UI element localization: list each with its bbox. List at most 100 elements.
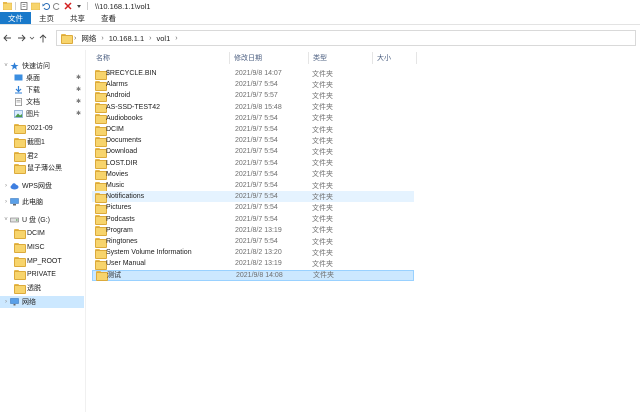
- folder-icon: [95, 136, 107, 147]
- chevron-right-icon[interactable]: ›: [2, 299, 10, 305]
- column-header-date[interactable]: 修改日期: [234, 50, 262, 66]
- star-icon: [10, 62, 19, 70]
- table-row[interactable]: Ringtones 2021/9/7 5:54 文件夹: [92, 236, 414, 248]
- chevron-right-icon[interactable]: ›: [2, 183, 10, 189]
- column-divider[interactable]: [372, 52, 373, 64]
- column-divider[interactable]: [416, 52, 417, 64]
- tab-file[interactable]: 文件: [0, 12, 31, 24]
- tab-view[interactable]: 查看: [93, 12, 124, 24]
- nav-drive-item-mp-root[interactable]: MP_ROOT: [14, 255, 62, 267]
- back-button[interactable]: [0, 30, 14, 46]
- column-header-type[interactable]: 类型: [313, 50, 327, 66]
- breadcrumb-network[interactable]: 网络: [81, 33, 96, 44]
- table-row[interactable]: 测试 2021/9/8 14:08 文件夹: [92, 269, 414, 282]
- nav-drive-item-5[interactable]: 透脱: [14, 282, 41, 294]
- chevron-right-icon[interactable]: ›: [147, 35, 153, 42]
- column-header-name[interactable]: 名称: [96, 50, 110, 66]
- tab-home[interactable]: 主页: [31, 12, 62, 24]
- drive-icon: [10, 216, 19, 224]
- document-icon: [14, 98, 23, 107]
- breadcrumb-vol1[interactable]: vol1: [156, 34, 170, 43]
- customize-toolbar-icon[interactable]: [75, 2, 83, 10]
- nav-item-jun2[interactable]: 君2: [14, 150, 38, 162]
- table-row[interactable]: Music 2021/9/7 5:54 文件夹: [92, 180, 414, 192]
- folder-icon: [95, 215, 107, 226]
- up-arrow-icon: [39, 33, 47, 42]
- chevron-right-icon[interactable]: ›: [2, 199, 10, 205]
- chevron-right-icon[interactable]: ›: [173, 35, 179, 42]
- file-date: 2021/8/2 13:19: [235, 260, 282, 268]
- nav-this-pc[interactable]: › 此电脑: [2, 196, 43, 208]
- window-folder-icon: [2, 2, 13, 11]
- file-date: 2021/9/7 5:54: [235, 170, 278, 178]
- table-row[interactable]: $RECYCLE.BIN 2021/9/8 14:07 文件夹: [92, 68, 414, 80]
- table-row[interactable]: AS-SSD-TEST42 2021/9/8 15:48 文件夹: [92, 102, 414, 114]
- nav-item-downloads[interactable]: 下载: [14, 84, 40, 96]
- table-row[interactable]: DCIM 2021/9/7 5:54 文件夹: [92, 124, 414, 136]
- address-bar[interactable]: › 网络 › 10.168.1.1 › vol1 ›: [56, 30, 636, 46]
- nav-drive-item-private[interactable]: PRIVATE: [14, 268, 56, 280]
- undo-icon[interactable]: [42, 2, 51, 10]
- column-divider[interactable]: [308, 52, 309, 64]
- chevron-down-icon[interactable]: ˅: [2, 63, 10, 69]
- nav-label: 图片: [26, 111, 40, 118]
- table-row[interactable]: System Volume Information 2021/8/2 13:20 文…: [92, 247, 414, 259]
- file-type: 文件夹: [312, 227, 333, 235]
- file-type: 文件夹: [313, 272, 334, 280]
- forward-button[interactable]: [14, 30, 28, 46]
- nav-drive-item-misc[interactable]: MISC: [14, 241, 45, 253]
- table-row[interactable]: Documents 2021/9/7 5:54 文件夹: [92, 135, 414, 147]
- table-row[interactable]: Pictures 2021/9/7 5:54 文件夹: [92, 202, 414, 214]
- tab-share[interactable]: 共享: [62, 12, 93, 24]
- nav-network[interactable]: › 网络: [0, 296, 84, 308]
- nav-drive-item-dcim[interactable]: DCIM: [14, 227, 45, 239]
- nav-item-screenshot1[interactable]: 截图1: [14, 136, 45, 148]
- nav-item-2021-09[interactable]: 2021-09: [14, 122, 53, 134]
- title-bar: \\10.168.1.1\vol1: [0, 0, 640, 12]
- file-name: LOST.DIR: [106, 159, 138, 167]
- redo-icon[interactable]: [52, 2, 61, 10]
- file-type: 文件夹: [312, 238, 333, 246]
- folder-icon: [14, 152, 26, 162]
- folder-icon: [14, 229, 26, 239]
- table-row[interactable]: Podcasts 2021/9/7 5:54 文件夹: [92, 214, 414, 226]
- nav-item-pictures[interactable]: 图片: [14, 108, 40, 120]
- table-row[interactable]: Notifications 2021/9/7 5:54 文件夹: [92, 191, 414, 203]
- breadcrumb-host[interactable]: 10.168.1.1: [109, 34, 144, 43]
- delete-icon[interactable]: [64, 2, 72, 10]
- nav-item-documents[interactable]: 文档: [14, 96, 40, 108]
- table-row[interactable]: Program 2021/8/2 13:19 文件夹: [92, 225, 414, 237]
- nav-label: PRIVATE: [27, 270, 56, 278]
- file-name: User Manual: [106, 260, 146, 268]
- table-row[interactable]: LOST.DIR 2021/9/7 5:54 文件夹: [92, 158, 414, 170]
- file-name: $RECYCLE.BIN: [106, 70, 157, 77]
- nav-item-desktop[interactable]: 桌面: [14, 72, 40, 84]
- ribbon-tabs: 文件 主页 共享 查看: [0, 12, 640, 25]
- file-name: 测试: [107, 272, 121, 280]
- column-divider[interactable]: [229, 52, 230, 64]
- file-name: System Volume Information: [106, 249, 192, 257]
- cloud-icon: [10, 182, 19, 190]
- new-folder-icon[interactable]: [30, 2, 41, 11]
- file-name: Notifications: [106, 193, 145, 201]
- recent-locations-button[interactable]: [28, 30, 36, 46]
- nav-quick-access[interactable]: ˅ 快速访问: [2, 60, 50, 72]
- nav-wps-drive[interactable]: › WPS网盘: [2, 180, 52, 192]
- up-button[interactable]: [36, 30, 50, 46]
- table-row[interactable]: Alarms 2021/9/7 5:54 文件夹: [92, 79, 414, 91]
- nav-usb-drive[interactable]: ˅ U 盘 (G:): [2, 214, 50, 226]
- file-type: 文件夹: [312, 216, 333, 224]
- table-row[interactable]: Download 2021/9/7 5:54 文件夹: [92, 146, 414, 158]
- table-row[interactable]: Movies 2021/9/7 5:54 文件夹: [92, 169, 414, 181]
- properties-icon[interactable]: [20, 2, 28, 10]
- table-row[interactable]: Audiobooks 2021/9/7 5:54 文件夹: [92, 113, 414, 125]
- chevron-down-icon[interactable]: ˅: [2, 217, 10, 223]
- folder-icon: [14, 257, 26, 267]
- folder-icon: [14, 243, 26, 253]
- table-row[interactable]: User Manual 2021/8/2 13:19 文件夹: [92, 258, 414, 270]
- table-row[interactable]: Android 2021/9/7 5:57 文件夹: [92, 90, 414, 102]
- folder-icon: [95, 91, 107, 102]
- chevron-right-icon[interactable]: ›: [99, 35, 105, 42]
- column-header-size[interactable]: 大小: [377, 50, 391, 66]
- nav-item-folder[interactable]: 鼠子薄公黑: [14, 162, 62, 174]
